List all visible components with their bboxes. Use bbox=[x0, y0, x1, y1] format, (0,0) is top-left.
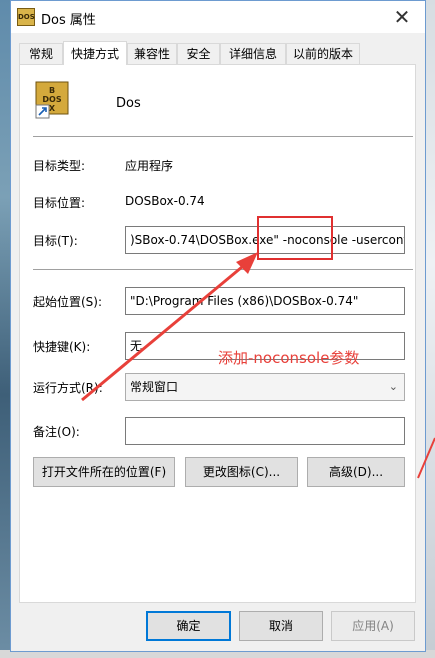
annotation-arrows bbox=[81, 252, 435, 479]
tab-shortcut[interactable]: 快捷方式 bbox=[63, 41, 127, 65]
annotation-text: 添加-noconsole参数 bbox=[218, 349, 360, 367]
annotation-edge-line bbox=[417, 437, 435, 479]
annotation-arrow-line bbox=[81, 260, 249, 402]
